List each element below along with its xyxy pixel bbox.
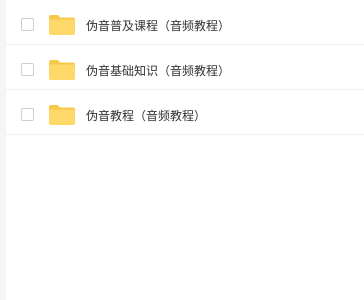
- folder-icon[interactable]: [48, 59, 76, 81]
- row-checkbox[interactable]: [21, 63, 34, 76]
- row-checkbox[interactable]: [21, 18, 34, 31]
- row-checkbox[interactable]: [21, 108, 34, 121]
- file-name[interactable]: 伪音教程（音频教程）: [86, 108, 206, 124]
- file-list: 伪音普及课程（音频教程） 伪音基础知识（音频教程） 伪音教程（音频教程）: [6, 0, 364, 300]
- file-row[interactable]: 伪音教程（音频教程）: [6, 90, 364, 135]
- file-row[interactable]: 伪音普及课程（音频教程）: [6, 0, 364, 45]
- file-name[interactable]: 伪音普及课程（音频教程）: [86, 18, 230, 34]
- file-row[interactable]: 伪音基础知识（音频教程）: [6, 45, 364, 90]
- file-name[interactable]: 伪音基础知识（音频教程）: [86, 63, 230, 79]
- folder-icon[interactable]: [48, 14, 76, 36]
- folder-icon[interactable]: [48, 104, 76, 126]
